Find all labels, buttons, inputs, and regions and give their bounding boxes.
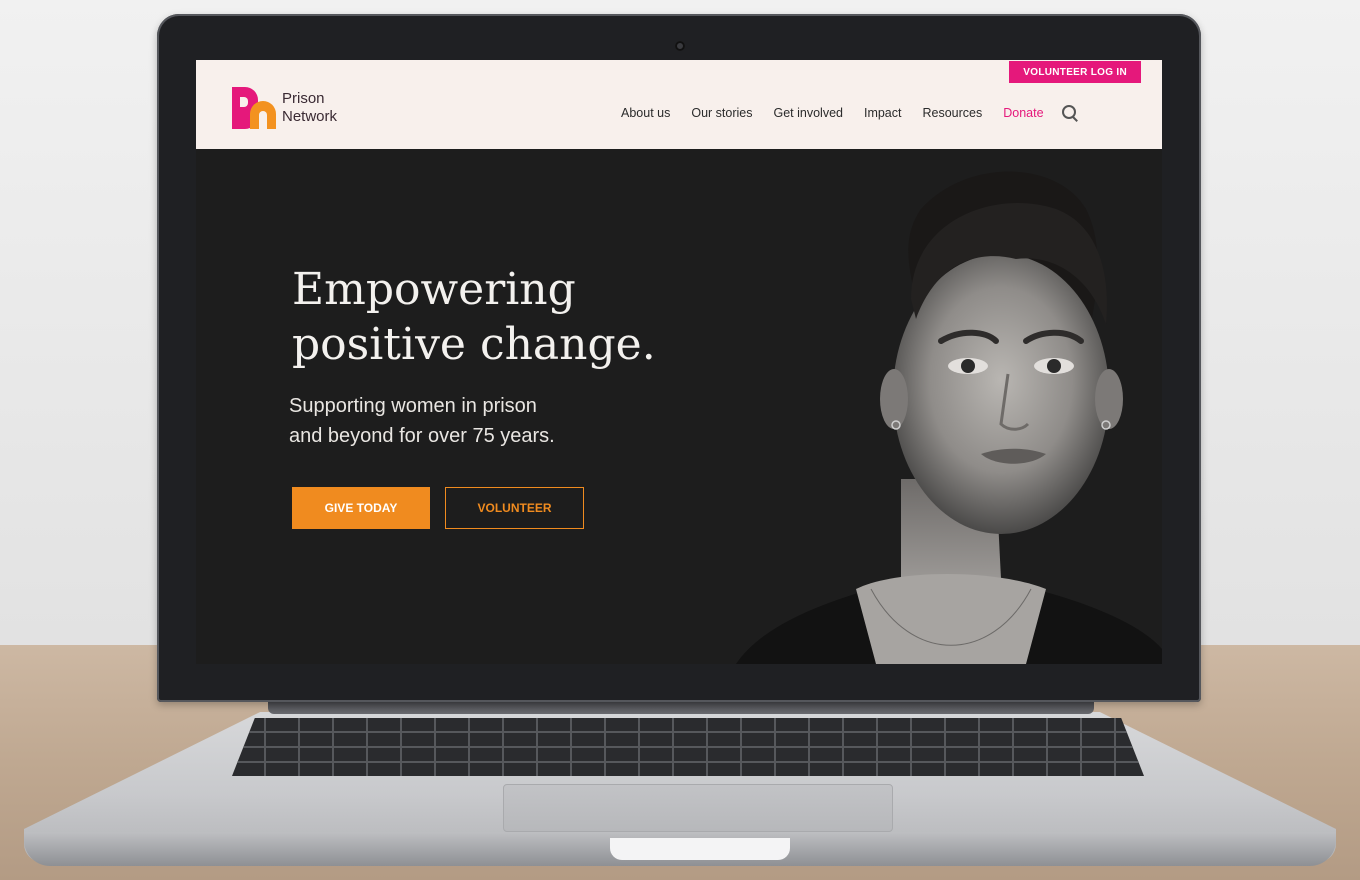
nav-item-get-involved[interactable]: Get involved bbox=[773, 106, 842, 120]
site-header: VOLUNTEER LOG IN Prison Network About us… bbox=[196, 60, 1162, 149]
hero-portrait-photo bbox=[696, 149, 1162, 664]
subheading-line-1: Supporting women in prison bbox=[289, 395, 537, 417]
headline-line-1: Empowering bbox=[292, 264, 576, 315]
logo-line-2: Network bbox=[282, 108, 338, 125]
laptop-trackpad bbox=[503, 784, 893, 832]
webcam-icon bbox=[675, 41, 685, 51]
main-nav: About us Our stories Get involved Impact… bbox=[621, 105, 1078, 121]
subheading-line-2: and beyond for over 75 years. bbox=[289, 425, 555, 447]
logo-mark-icon bbox=[232, 87, 276, 129]
volunteer-login-button[interactable]: VOLUNTEER LOG IN bbox=[1009, 61, 1141, 83]
nav-item-resources[interactable]: Resources bbox=[922, 106, 982, 120]
logo-text: Prison Network bbox=[282, 90, 337, 126]
nav-item-impact[interactable]: Impact bbox=[864, 106, 902, 120]
hero-subheading: Supporting women in prison and beyond fo… bbox=[289, 391, 619, 451]
nav-item-about-us[interactable]: About us bbox=[621, 106, 670, 120]
laptop-screen: VOLUNTEER LOG IN Prison Network About us… bbox=[196, 60, 1162, 664]
give-today-button[interactable]: GIVE TODAY bbox=[292, 487, 430, 529]
logo-line-1: Prison bbox=[282, 90, 325, 107]
nav-item-donate[interactable]: Donate bbox=[1003, 106, 1043, 120]
search-icon[interactable] bbox=[1061, 105, 1078, 121]
hero-section: Empowering positive change. Supporting w… bbox=[196, 149, 1162, 664]
laptop-keyboard bbox=[232, 718, 1144, 776]
hero-headline: Empowering positive change. bbox=[292, 262, 672, 372]
laptop-notch bbox=[610, 838, 790, 860]
headline-line-2: positive change. bbox=[292, 319, 656, 370]
nav-item-our-stories[interactable]: Our stories bbox=[691, 106, 752, 120]
site-logo[interactable]: Prison Network bbox=[232, 87, 337, 129]
volunteer-button[interactable]: VOLUNTEER bbox=[445, 487, 584, 529]
